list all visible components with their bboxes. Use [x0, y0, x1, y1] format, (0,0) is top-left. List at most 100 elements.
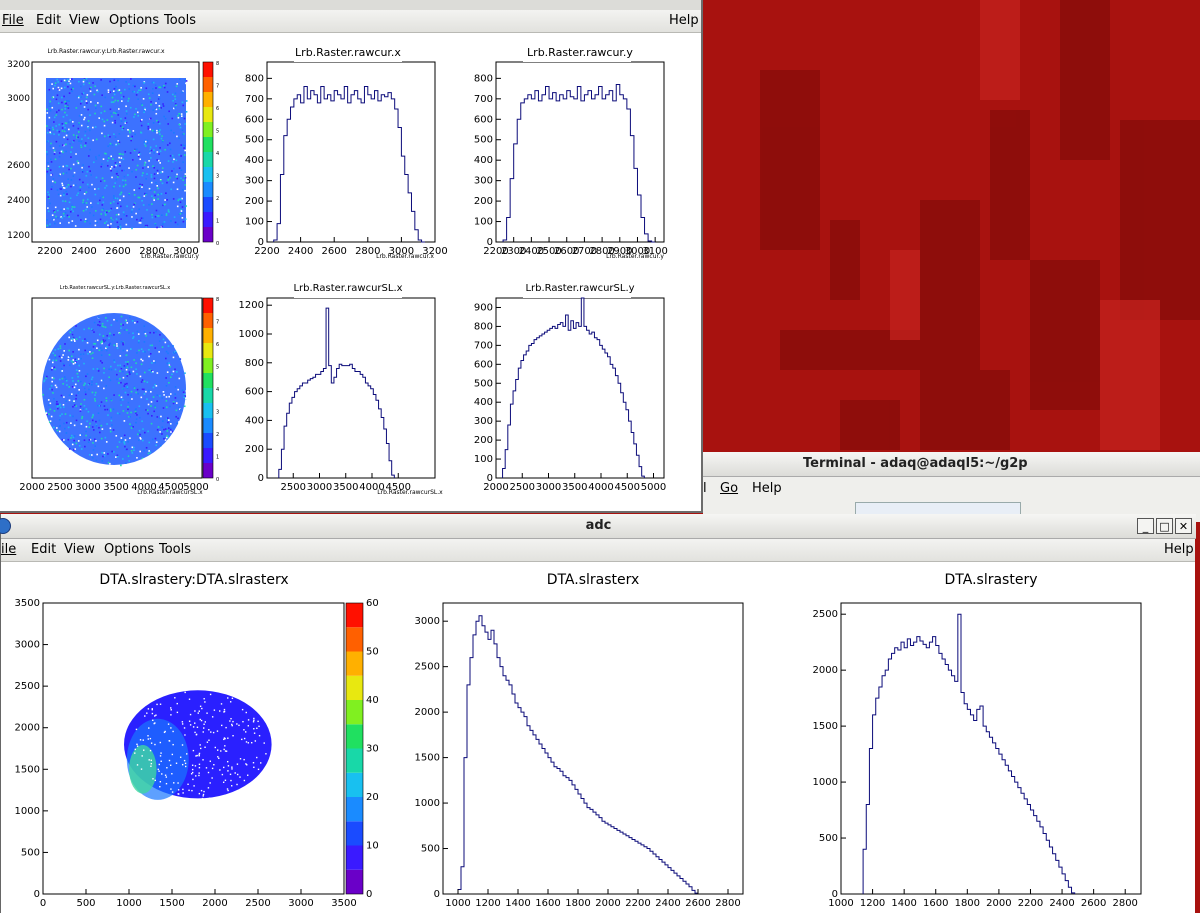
- heatmap-cell: [93, 321, 96, 324]
- menu-tools[interactable]: Tools: [164, 13, 196, 28]
- heatmap-cell: [151, 216, 154, 219]
- adc-window: adc _ □ ✕ ile Edit View Options Tools He…: [0, 514, 1196, 913]
- menu-file[interactable]: File: [2, 13, 24, 28]
- heatmap-cell: [180, 210, 183, 212]
- maximize-button[interactable]: □: [1156, 518, 1173, 534]
- heatmap-cell: [72, 405, 74, 408]
- heatmap-cell: [135, 176, 137, 178]
- heatmap-cell: [128, 129, 131, 132]
- heatmap-cell: [94, 112, 96, 115]
- heatmap-cell: [114, 119, 116, 122]
- heatmap-cell: [136, 743, 138, 746]
- heatmap-cell: [116, 221, 119, 224]
- menu-help[interactable]: Help: [669, 13, 699, 28]
- heatmap-cell: [91, 381, 93, 383]
- heatmap-cell: [63, 215, 66, 218]
- x-tick-label: 2400: [655, 898, 680, 909]
- heatmap-cell: [52, 359, 55, 362]
- heatmap-cell: [156, 400, 159, 403]
- heatmap-cell: [101, 322, 104, 325]
- terminal-menu-help[interactable]: Help: [752, 481, 782, 496]
- heatmap-cell: [122, 195, 125, 198]
- heatmap-cell: [181, 101, 184, 104]
- heatmap-cell: [245, 731, 247, 733]
- terminal-menu-fragment[interactable]: l: [703, 481, 707, 496]
- heatmap-cell: [177, 388, 179, 391]
- heatmap-cell: [71, 220, 74, 222]
- heatmap-cell: [165, 357, 167, 360]
- raster-plots-canvas: Lrb.Raster.rawcur.y:Lrb.Raster.rawcur.x …: [7, 42, 668, 496]
- z-scale-bin: [203, 358, 213, 373]
- heatmap-cell: [92, 442, 94, 444]
- menu-options[interactable]: Options: [104, 542, 154, 557]
- heatmap-cell: [71, 146, 73, 149]
- heatmap-cell: [67, 107, 70, 109]
- x-tick-label: 4500: [615, 482, 640, 493]
- x-axis-label: Lrb.Raster.rawcur.x: [376, 253, 434, 260]
- z-scale-bin: [346, 797, 363, 822]
- heatmap-cell: [140, 768, 143, 770]
- heatmap-cell: [51, 83, 53, 85]
- menu-file[interactable]: ile: [1, 542, 16, 557]
- menu-help[interactable]: Help: [1164, 542, 1194, 557]
- heatmap-cell: [50, 161, 53, 163]
- heatmap-cell: [147, 708, 150, 710]
- heatmap-cell: [78, 123, 80, 125]
- z-scale-bin: [203, 388, 213, 403]
- heatmap-cell: [257, 768, 260, 771]
- heatmap-cell: [170, 788, 172, 790]
- heatmap-cell: [169, 376, 172, 379]
- heatmap-cell: [158, 97, 161, 100]
- heatmap-cell: [137, 196, 140, 199]
- heatmap-cell: [185, 110, 188, 113]
- heatmap-cell: [155, 102, 157, 104]
- heatmap-cell: [75, 325, 77, 327]
- heatmap-cell: [122, 410, 125, 412]
- minimize-button[interactable]: _: [1137, 518, 1154, 534]
- menu-view[interactable]: View: [64, 542, 95, 557]
- raster-canvas-window: File Edit View Options Tools Help Lrb.Ra…: [0, 0, 703, 513]
- heatmap-cell: [203, 723, 205, 725]
- terminal-window[interactable]: Terminal - adaq@adaql5:~/g2p l Go Help: [703, 452, 1200, 522]
- menu-options[interactable]: Options: [109, 13, 159, 28]
- adc-titlebar[interactable]: adc _ □ ✕: [0, 514, 1196, 539]
- heatmap-cell: [63, 79, 66, 82]
- y-tick-label: 400: [474, 155, 493, 166]
- terminal-titlebar[interactable]: Terminal - adaq@adaql5:~/g2p: [703, 452, 1200, 477]
- heatmap-cell: [84, 130, 87, 133]
- y-tick-label: 500: [21, 847, 40, 858]
- heatmap-cell: [102, 339, 105, 341]
- heatmap-cell: [86, 219, 88, 222]
- heatmap-cell: [117, 79, 119, 82]
- heatmap-cell: [239, 758, 242, 760]
- heatmap-cell: [71, 393, 73, 395]
- heatmap-cell: [107, 134, 110, 137]
- z-tick-label: 2: [216, 432, 219, 438]
- heatmap-cell: [51, 185, 53, 188]
- heatmap-cell: [110, 365, 112, 368]
- heatmap-cell: [137, 114, 140, 117]
- close-button[interactable]: ✕: [1175, 518, 1192, 534]
- heatmap-cell: [154, 437, 157, 440]
- heatmap-cell: [137, 333, 140, 335]
- heatmap-cell: [178, 358, 181, 360]
- heatmap-cell: [85, 191, 88, 194]
- menu-edit[interactable]: Edit: [36, 13, 61, 28]
- heatmap-cell: [94, 156, 97, 158]
- heatmap-cell: [82, 210, 85, 212]
- heatmap-cell: [137, 341, 140, 344]
- heatmap-cell: [125, 215, 128, 217]
- heatmap-cell: [119, 332, 121, 335]
- heatmap-cell: [113, 361, 116, 363]
- heatmap-cell: [199, 718, 201, 721]
- heatmap-cell: [229, 701, 232, 703]
- heatmap-cell: [63, 95, 65, 98]
- x-tick-label: 2600: [321, 246, 346, 257]
- menu-view[interactable]: View: [69, 13, 100, 28]
- z-scale-bin: [203, 227, 213, 242]
- heatmap-cell: [152, 122, 155, 124]
- heatmap-cell: [52, 392, 54, 394]
- menu-tools[interactable]: Tools: [159, 542, 191, 557]
- menu-edit[interactable]: Edit: [31, 542, 56, 557]
- terminal-menu-go[interactable]: Go: [720, 481, 738, 496]
